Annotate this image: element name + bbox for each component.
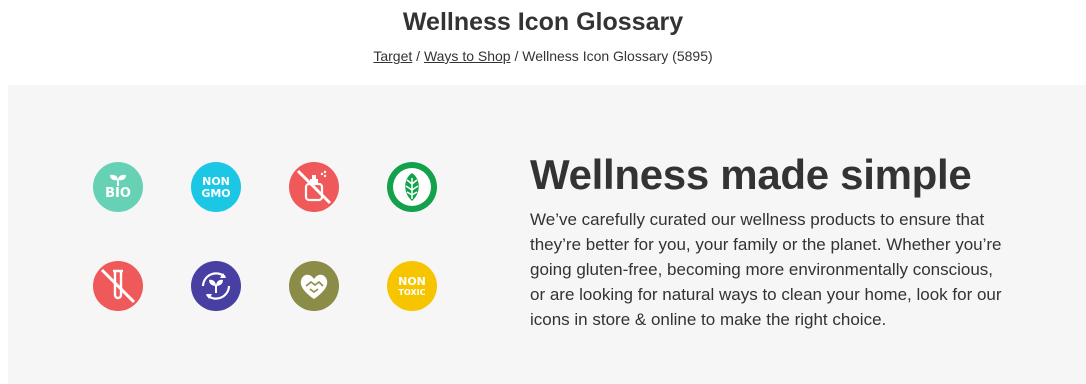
breadcrumb-link-target[interactable]: Target xyxy=(373,48,412,64)
test-tube-glyph xyxy=(100,268,136,304)
spray-bottle-glyph xyxy=(296,169,332,205)
heart-handshake-icon xyxy=(289,261,339,311)
no-fragrance-icon xyxy=(289,162,339,212)
non-toxic-icon-label-1: NON xyxy=(398,274,426,288)
wellness-panel: BIO NON GMO NON TOXIC Wellness made simp… xyxy=(8,85,1086,384)
no-test-tube-icon xyxy=(93,261,143,311)
panel-headline: Wellness made simple xyxy=(530,151,972,198)
non-gmo-icon-label-2: GMO xyxy=(201,186,231,200)
sprout-glyph xyxy=(109,174,126,186)
bio-icon: BIO xyxy=(93,162,143,212)
heart-glyph xyxy=(300,274,328,299)
breadcrumb: Target / Ways to Shop / Wellness Icon Gl… xyxy=(0,47,1086,65)
non-gmo-icon-label-1: NON xyxy=(202,174,230,188)
wellness-content: Wellness made simple We’ve carefully cur… xyxy=(530,149,1030,332)
breadcrumb-separator: / xyxy=(416,48,421,64)
non-toxic-icon-label-2: TOXIC xyxy=(398,287,426,297)
sustainable-cycle-icon xyxy=(191,261,241,311)
breadcrumb-current: Wellness Icon Glossary (5895) xyxy=(522,48,713,64)
leaf-glyph xyxy=(393,168,431,206)
leaf-icon xyxy=(387,162,437,212)
wellness-icon-grid: BIO NON GMO NON TOXIC xyxy=(8,85,478,384)
non-toxic-icon: NON TOXIC xyxy=(387,261,437,311)
breadcrumb-separator: / xyxy=(514,48,519,64)
panel-body-text: We’ve carefully curated our wellness pro… xyxy=(530,210,1002,329)
bio-icon-label: BIO xyxy=(105,186,131,201)
breadcrumb-link-ways-to-shop[interactable]: Ways to Shop xyxy=(424,48,511,64)
recycle-sprout-glyph xyxy=(201,272,231,300)
page-title: Wellness Icon Glossary xyxy=(402,8,684,36)
non-gmo-icon: NON GMO xyxy=(191,162,241,212)
